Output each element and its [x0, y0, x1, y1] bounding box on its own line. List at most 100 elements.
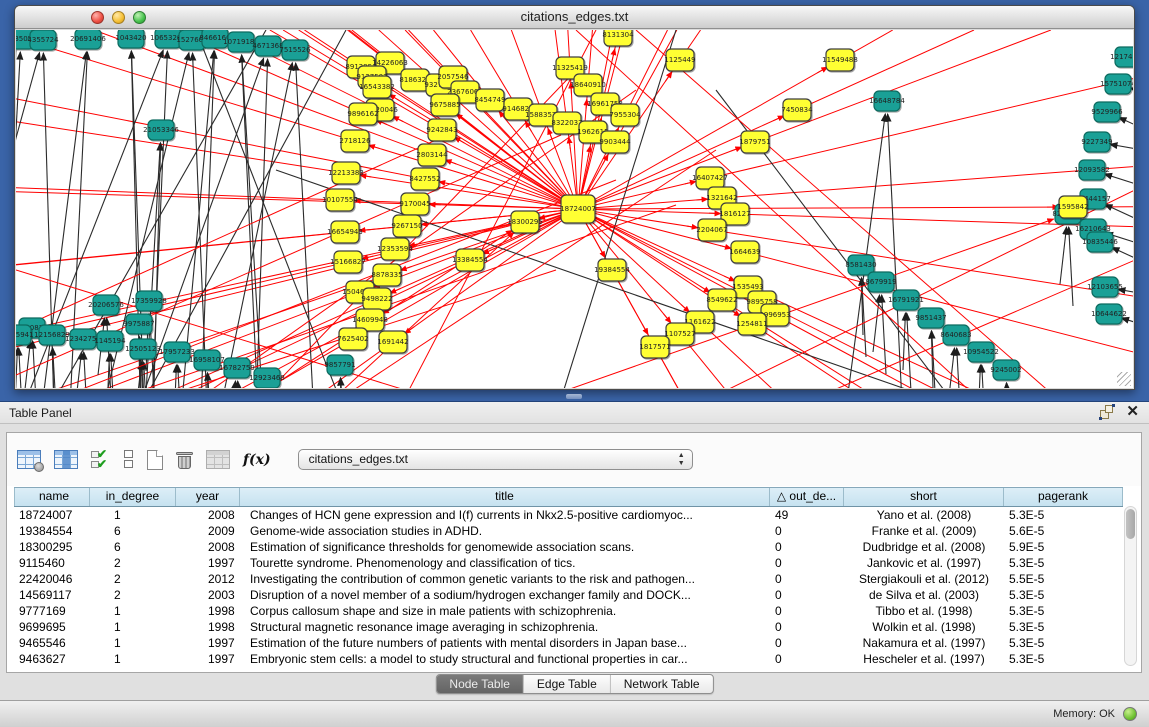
table-cell[interactable]: 5.9E-5 [1004, 539, 1123, 555]
graph-node[interactable]: 8878335 [371, 264, 402, 286]
graph-node[interactable]: 12353594 [377, 238, 413, 260]
table-cell[interactable]: Jankovic et al. (1997) [844, 555, 1004, 571]
column-header-title[interactable]: title [240, 488, 770, 506]
graph-node[interactable]: 21053346 [143, 120, 179, 140]
graph-node[interactable]: 7450834 [781, 99, 813, 121]
graph-node[interactable]: 3315941 [16, 325, 34, 345]
graph-node[interactable]: 18724007 [560, 195, 596, 223]
graph-node[interactable]: 12213383 [328, 162, 364, 184]
graph-node[interactable]: 9170045 [399, 193, 430, 215]
graph-node[interactable]: 12923468 [249, 368, 285, 388]
column-pair-icon[interactable] [124, 450, 134, 470]
split-pane-grip[interactable] [566, 394, 582, 399]
table-cell[interactable]: 1997 [176, 555, 240, 571]
tab-edge-table[interactable]: Edge Table [524, 675, 611, 693]
graph-node[interactable]: 2204067 [696, 219, 727, 241]
graph-node[interactable]: 12103655 [1087, 277, 1123, 297]
graph-node[interactable]: 2803144 [416, 144, 448, 166]
table-row[interactable]: 911546021997Tourette syndrome. Phenomeno… [14, 555, 1123, 571]
graph-node[interactable]: 9975887 [123, 314, 154, 334]
table-cell[interactable]: 1998 [176, 619, 240, 635]
table-row[interactable]: 1938455462009Genome-wide association stu… [14, 523, 1123, 539]
table-cell[interactable]: 5.3E-5 [1004, 587, 1123, 603]
table-cell[interactable]: 5.3E-5 [1004, 555, 1123, 571]
table-mode-icon[interactable] [17, 450, 41, 469]
table-cell[interactable]: 0 [770, 587, 844, 603]
table-cell[interactable]: 5.6E-5 [1004, 523, 1123, 539]
graph-node[interactable]: 12174906 [1110, 47, 1133, 67]
import-table-icon[interactable] [206, 450, 230, 469]
table-cell[interactable]: 1 [90, 507, 176, 523]
table-cell[interactable]: 0 [770, 539, 844, 555]
table-cell[interactable]: 2 [90, 555, 176, 571]
table-row[interactable]: 977716911998Corpus callosum shape and si… [14, 603, 1123, 619]
graph-node[interactable]: 15166827 [330, 251, 366, 273]
graph-node[interactable]: 16648784 [869, 91, 905, 111]
table-cell[interactable]: 6 [90, 523, 176, 539]
table-cell[interactable]: 1 [90, 603, 176, 619]
graph-node[interactable]: 2718126 [339, 130, 371, 152]
table-cell[interactable]: 2008 [176, 507, 240, 523]
table-cell[interactable]: Dudbridge et al. (2008) [844, 539, 1004, 555]
table-cell[interactable]: Tourette syndrome. Phenomenology and cla… [240, 555, 770, 571]
table-cell[interactable]: 1 [90, 635, 176, 651]
table-cell[interactable]: 1997 [176, 651, 240, 667]
graph-node[interactable]: 9529966 [1091, 102, 1123, 122]
graph-node[interactable]: 16407427 [692, 167, 728, 189]
table-cell[interactable]: 2 [90, 587, 176, 603]
select-rows-icon[interactable]: ✔✔ [91, 450, 111, 470]
graph-node[interactable]: 9857791 [324, 355, 355, 375]
graph-node[interactable]: 8454749 [474, 89, 505, 111]
table-cell[interactable]: 5.3E-5 [1004, 507, 1123, 523]
table-scrollbar-thumb[interactable] [1126, 509, 1135, 539]
graph-node[interactable]: 7515526 [279, 40, 311, 60]
show-columns-icon[interactable] [54, 450, 78, 469]
graph-node[interactable]: 1664639 [729, 241, 760, 263]
graph-node[interactable]: 4355724 [27, 30, 59, 50]
network-window-titlebar[interactable]: citations_edges.txt [15, 6, 1134, 29]
table-cell[interactable]: 5.3E-5 [1004, 619, 1123, 635]
table-row[interactable]: 969969511998Structural magnetic resonanc… [14, 619, 1123, 635]
table-cell[interactable]: Disruption of a novel member of a sodium… [240, 587, 770, 603]
table-cell[interactable]: Nakamura et al. (1997) [844, 635, 1004, 651]
table-cell[interactable]: Structural magnetic resonance image aver… [240, 619, 770, 635]
tab-network-table[interactable]: Network Table [611, 675, 713, 693]
graph-node[interactable]: 9675885 [429, 94, 460, 116]
table-cell[interactable]: 9115460 [14, 555, 90, 571]
table-cell[interactable]: 2009 [176, 523, 240, 539]
graph-node[interactable]: 1145194 [94, 331, 126, 351]
graph-node[interactable]: 9227349 [1081, 132, 1112, 152]
table-cell[interactable]: 0 [770, 651, 844, 667]
column-header-in_degree[interactable]: in_degree [90, 488, 176, 506]
table-cell[interactable]: Stergiakouli et al. (2012) [844, 571, 1004, 587]
graph-node[interactable]: 1043420 [115, 30, 146, 48]
graph-node[interactable]: 7625402 [337, 328, 368, 350]
table-cell[interactable]: 9777169 [14, 603, 90, 619]
column-header-pagerank[interactable]: pagerank [1004, 488, 1123, 506]
graph-node[interactable]: 1817571 [639, 336, 670, 358]
float-panel-icon[interactable] [1100, 405, 1114, 419]
graph-node[interactable]: 9245002 [990, 360, 1021, 380]
table-cell[interactable]: 9463627 [14, 651, 90, 667]
table-select-dropdown[interactable]: citations_edges.txt ▲▼ [298, 449, 693, 470]
table-cell[interactable]: 0 [770, 555, 844, 571]
table-row[interactable]: 1830029562008Estimation of significance … [14, 539, 1123, 555]
graph-node[interactable]: 10644622 [1091, 304, 1127, 324]
graph-node[interactable]: 1691442 [377, 331, 408, 353]
table-cell[interactable]: Changes of HCN gene expression and I(f) … [240, 507, 770, 523]
table-cell[interactable]: 5.3E-5 [1004, 635, 1123, 651]
graph-node[interactable]: 17359928 [131, 291, 167, 311]
table-cell[interactable]: 0 [770, 523, 844, 539]
graph-node[interactable]: 19384554 [594, 259, 630, 281]
window-resize-grip[interactable] [1117, 372, 1131, 386]
table-cell[interactable]: Embryonic stem cells: a model to study s… [240, 651, 770, 667]
table-cell[interactable]: 2 [90, 571, 176, 587]
table-cell[interactable]: 19384554 [14, 523, 90, 539]
table-scrollbar[interactable] [1124, 506, 1137, 666]
table-cell[interactable]: 22420046 [14, 571, 90, 587]
table-row[interactable]: 946362711997Embryonic stem cells: a mode… [14, 651, 1123, 667]
graph-node[interactable]: 8679919 [865, 272, 896, 292]
graph-node[interactable]: 9267150 [391, 215, 422, 237]
close-window-button[interactable] [91, 11, 104, 24]
table-cell[interactable]: Investigating the contribution of common… [240, 571, 770, 587]
